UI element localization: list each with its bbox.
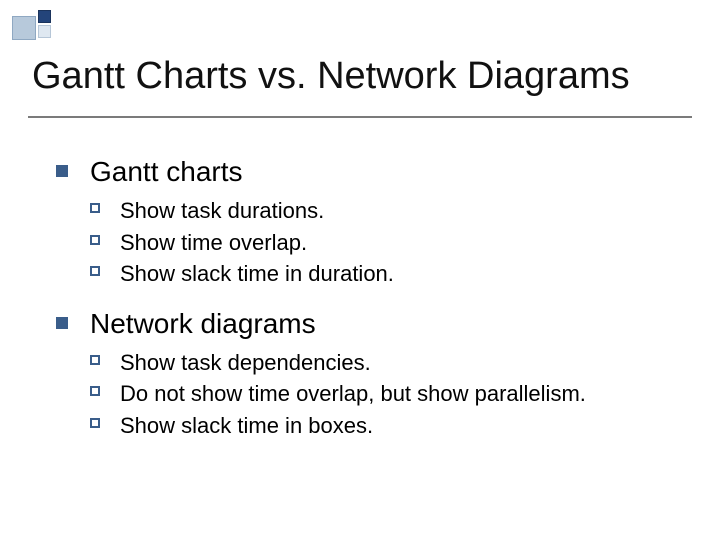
decoration-square-large	[12, 16, 36, 40]
list-item-text: Show task durations.	[120, 198, 324, 223]
hollow-square-bullet-icon	[90, 266, 100, 276]
hollow-square-bullet-icon	[90, 203, 100, 213]
square-bullet-icon	[56, 317, 68, 329]
title-underline	[28, 116, 692, 118]
section-items: Show task dependencies. Do not show time…	[56, 349, 680, 440]
section-heading-text: Gantt charts	[90, 156, 243, 187]
list-item: Show task dependencies.	[90, 349, 680, 377]
list-item: Show slack time in boxes.	[90, 412, 680, 440]
list-item: Show slack time in duration.	[90, 260, 680, 288]
section-heading: Gantt charts	[56, 154, 680, 189]
section-heading-text: Network diagrams	[90, 308, 316, 339]
list-item: Do not show time overlap, but show paral…	[90, 380, 680, 408]
list-item-text: Show slack time in boxes.	[120, 413, 373, 438]
hollow-square-bullet-icon	[90, 235, 100, 245]
slide: Gantt Charts vs. Network Diagrams Gantt …	[0, 0, 720, 540]
decoration-square-small-light	[38, 25, 51, 38]
list-item: Show time overlap.	[90, 229, 680, 257]
hollow-square-bullet-icon	[90, 386, 100, 396]
section-items: Show task durations. Show time overlap. …	[56, 197, 680, 288]
list-item-text: Show slack time in duration.	[120, 261, 394, 286]
list-item-text: Show task dependencies.	[120, 350, 371, 375]
list-item-text: Do not show time overlap, but show paral…	[120, 381, 586, 406]
hollow-square-bullet-icon	[90, 418, 100, 428]
slide-body: Gantt charts Show task durations. Show t…	[56, 144, 680, 457]
hollow-square-bullet-icon	[90, 355, 100, 365]
section-heading: Network diagrams	[56, 306, 680, 341]
slide-title: Gantt Charts vs. Network Diagrams	[32, 56, 688, 98]
square-bullet-icon	[56, 165, 68, 177]
corner-decoration	[12, 10, 56, 44]
decoration-square-small-dark	[38, 10, 51, 23]
list-item-text: Show time overlap.	[120, 230, 307, 255]
list-item: Show task durations.	[90, 197, 680, 225]
